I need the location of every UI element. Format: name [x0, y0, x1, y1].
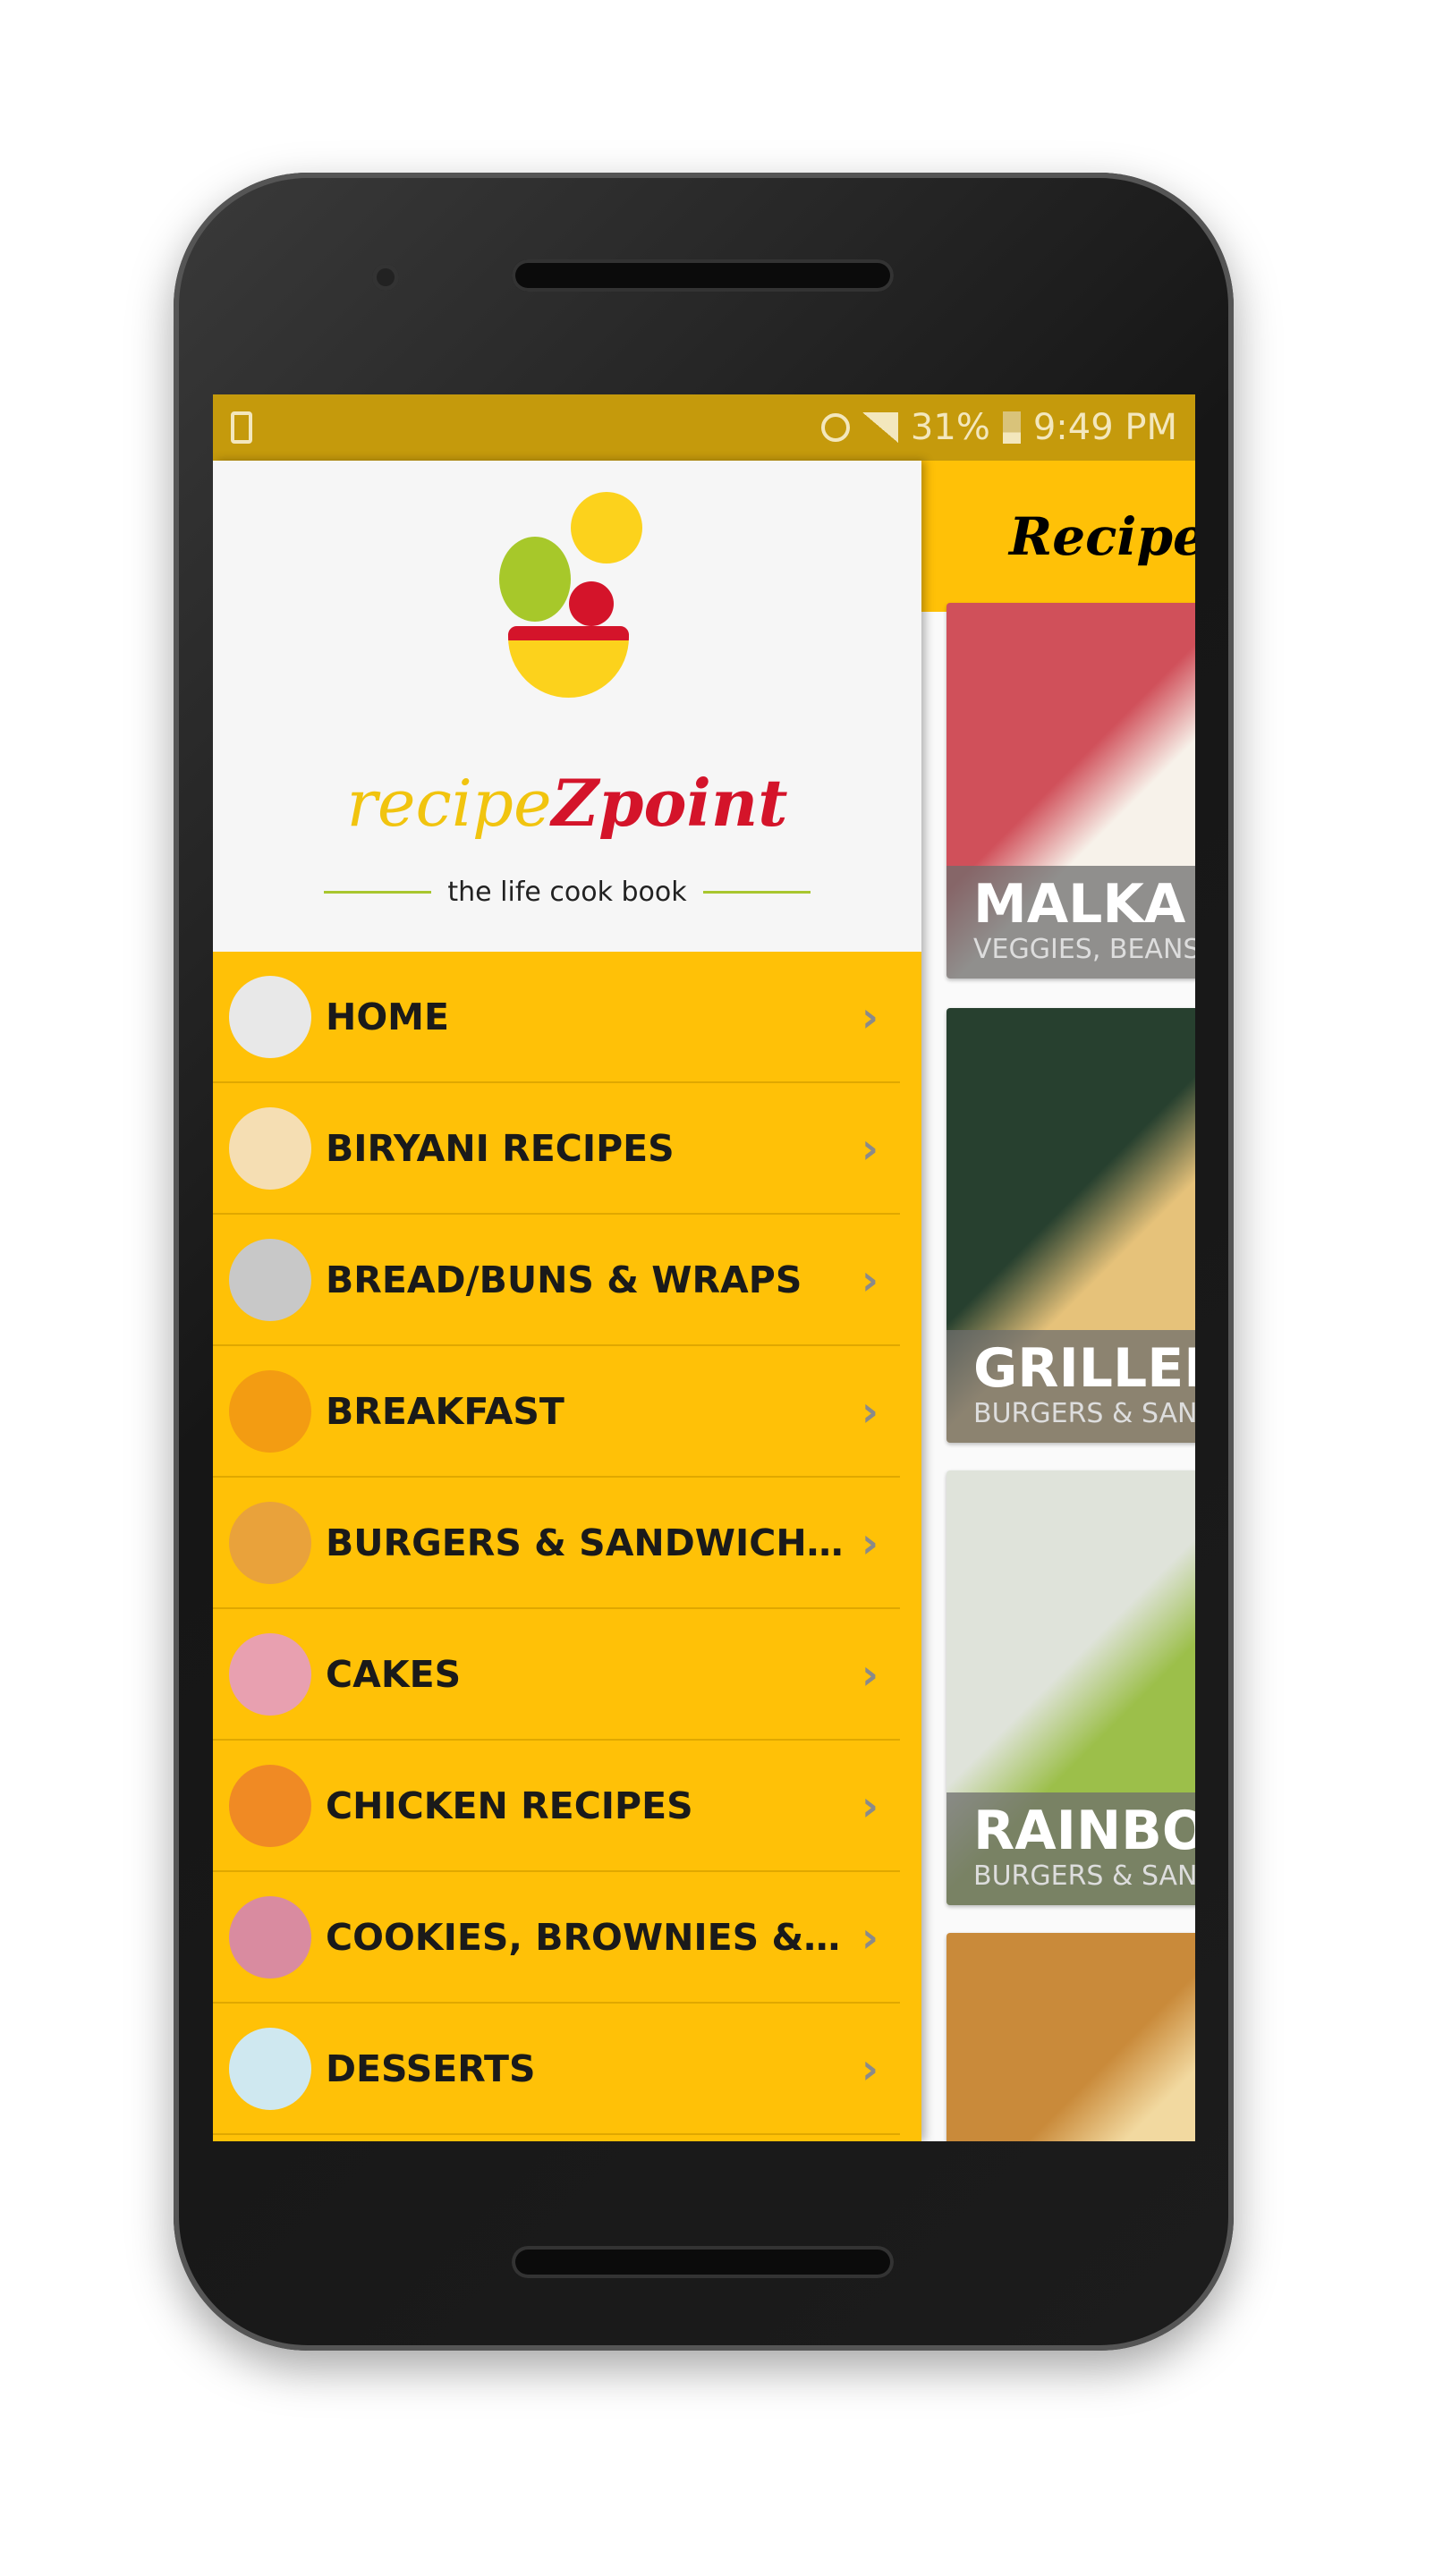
drawer-item[interactable]: CHICKEN RECIPES › — [213, 1741, 900, 1872]
ice-cream-icon — [229, 2027, 311, 2110]
drawer-item-label: HOME — [326, 995, 449, 1038]
burger-icon — [229, 1501, 311, 1584]
drawer-item-label: BREAD/BUNS & WRAPS — [326, 1258, 802, 1301]
card-title: RAINBOW — [973, 1800, 1195, 1862]
toast-egg-icon — [229, 1369, 311, 1453]
drawer-item[interactable]: BIRYANI RECIPES › — [213, 1083, 900, 1215]
recipe-card[interactable]: RAINBOWBURGERS & SAN — [946, 1470, 1195, 1905]
recipe-card[interactable]: MALKA MVEGGIES, BEANS — [946, 603, 1195, 979]
biryani-plate-icon — [229, 1106, 311, 1190]
drawer-item-label: CHICKEN RECIPES — [326, 1784, 693, 1827]
chevron-right-icon: › — [862, 1386, 879, 1436]
drawer-item-label: BREAKFAST — [326, 1389, 564, 1433]
cake-icon — [229, 1632, 311, 1716]
cookies-donut-icon — [229, 1895, 311, 1979]
recipe-list-pane: Recipes MALKA MVEGGIES, BEANSGRILLEDBURG… — [921, 461, 1195, 2141]
card-caption: RAINBOWBURGERS & SAN — [946, 1792, 1195, 1905]
drawer-item[interactable]: HOME › — [213, 952, 900, 1083]
signal-icon — [862, 412, 898, 443]
drawer-item[interactable]: COOKIES, BROWNIES & DO... › — [213, 1872, 900, 2004]
drawer-item-label: COOKIES, BROWNIES & DO... — [326, 1915, 845, 1959]
drawer-item-label: BIRYANI RECIPES — [326, 1126, 675, 1170]
app-title: Recipes — [1009, 505, 1195, 567]
card-caption: MALKA MVEGGIES, BEANS — [946, 866, 1195, 979]
card-title: MALKA M — [973, 873, 1195, 936]
front-camera — [372, 264, 399, 291]
drawer-item[interactable]: CAKES › — [213, 1609, 900, 1741]
chevron-right-icon: › — [862, 1123, 879, 1173]
clock: 9:49 PM — [1032, 407, 1177, 448]
screen: 31% 9:49 PM Recipes MALKA MVEGGIES, BEAN… — [213, 394, 1195, 2141]
chevron-right-icon: › — [862, 1912, 879, 1962]
wrap-icon — [229, 1238, 311, 1321]
chevron-right-icon: › — [862, 1518, 879, 1567]
card-title: GRILLED — [973, 1337, 1195, 1400]
card-caption: GRILLEDBURGERS & SAN — [946, 1330, 1195, 1443]
chevron-right-icon: › — [862, 1781, 879, 1830]
navigation-drawer: recipeZpoint the life cook book HOME › BIR… — [213, 461, 921, 2141]
top-speaker — [512, 259, 894, 292]
battery-icon — [1002, 411, 1021, 444]
recipe-card[interactable]: GRILLEDBURGERS & SAN — [946, 1008, 1195, 1443]
drawer-item-label: BURGERS & SANDWICHES — [326, 1521, 845, 1564]
tagline: the life cook book — [213, 877, 921, 908]
drawer-item-label: DESSERTS — [326, 2046, 536, 2090]
drawer-item[interactable]: BREAKFAST › — [213, 1346, 900, 1478]
battery-percent: 31% — [910, 407, 990, 448]
card-category: BURGERS & SAN — [973, 1860, 1195, 1892]
recipe-card[interactable] — [946, 1933, 1195, 2141]
card-category: VEGGIES, BEANS — [973, 934, 1195, 965]
drawer-item[interactable]: BREAD/BUNS & WRAPS › — [213, 1215, 900, 1346]
app-bar: Recipes — [921, 461, 1195, 612]
logo-graphic — [499, 492, 642, 698]
drawer-item-label: CAKES — [326, 1652, 462, 1696]
card-category: BURGERS & SAN — [973, 1398, 1195, 1429]
drawer-item[interactable]: DESSERTS › — [213, 2004, 900, 2135]
screenshot-icon — [231, 411, 252, 444]
status-bar: 31% 9:49 PM — [213, 394, 1195, 461]
brand-logo-text: recipeZpoint — [346, 765, 788, 841]
alarm-icon — [820, 413, 850, 442]
house-icon — [229, 975, 311, 1058]
chevron-right-icon: › — [862, 2044, 879, 2093]
chevron-right-icon: › — [862, 1649, 879, 1699]
chevron-right-icon: › — [862, 1255, 879, 1304]
chevron-right-icon: › — [862, 992, 879, 1041]
bottom-speaker — [512, 2246, 894, 2278]
drawer-item[interactable]: BURGERS & SANDWICHES › — [213, 1478, 900, 1609]
drawer-header: recipeZpoint the life cook book — [213, 461, 921, 952]
roast-chicken-icon — [229, 1764, 311, 1847]
